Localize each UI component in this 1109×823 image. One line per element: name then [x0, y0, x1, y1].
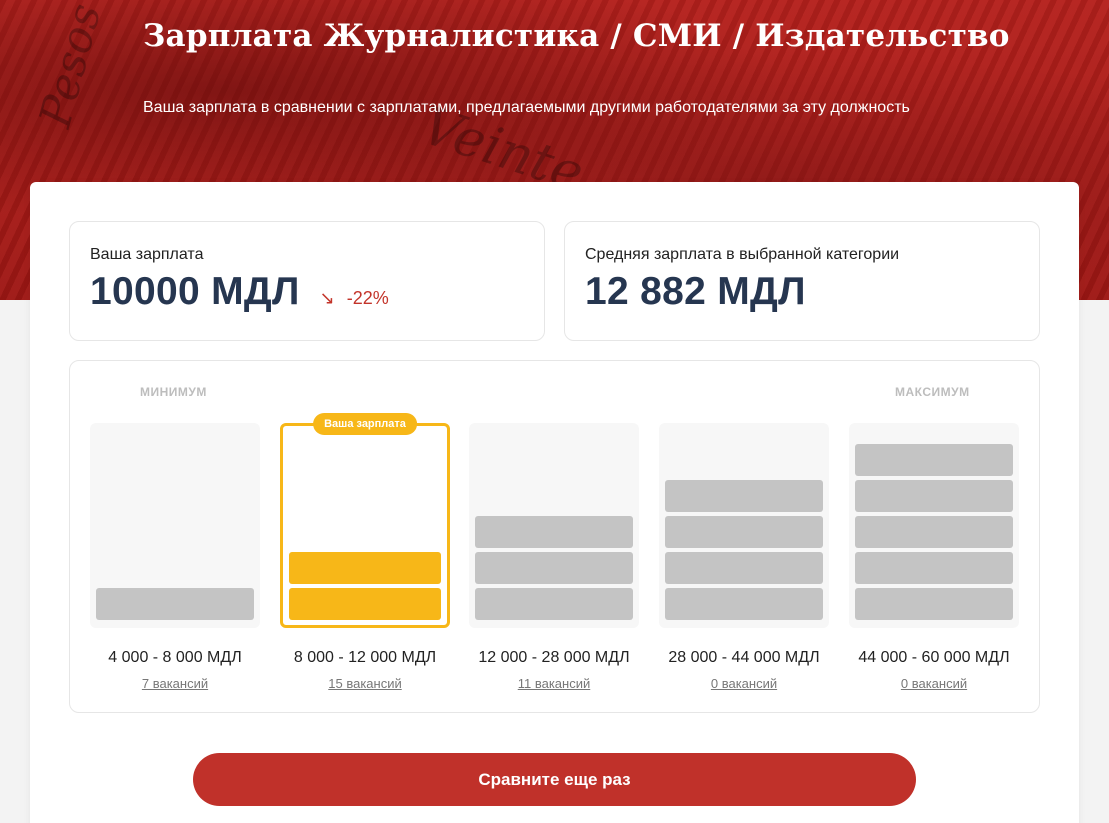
salary-bin: Ваша зарплата 8 000 - 12 000 МДЛ 15 ваканс… [280, 413, 450, 691]
bar-segment [855, 588, 1013, 620]
bin-range-label: 8 000 - 12 000 МДЛ [293, 649, 437, 666]
selected-bin-bar: Ваша зарплата [280, 413, 450, 628]
salary-bin: 28 000 - 44 000 МДЛ 0 вакансий [659, 423, 829, 691]
salary-bin: 4 000 - 8 000 МДЛ 7 вакансий [90, 423, 260, 691]
bin-bar [659, 423, 829, 628]
your-salary-label: Ваша зарплата [90, 246, 204, 263]
bar-segment [855, 480, 1013, 512]
your-salary-value: 10000 МДЛ [90, 270, 300, 313]
salary-delta: ↘ -22% [320, 288, 389, 309]
bin-bar [469, 423, 639, 628]
bar-segment [665, 588, 823, 620]
average-salary-panel: Средняя зарплата в выбранной категории 1… [564, 221, 1040, 341]
bar-segment [665, 552, 823, 584]
trend-down-icon: ↘ [319, 288, 335, 308]
bin-range-label: 12 000 - 28 000 МДЛ [478, 649, 630, 666]
salary-delta-value: -22% [346, 288, 389, 308]
page-subtitle: Ваша зарплата в сравнении с зарплатами, … [143, 99, 910, 116]
bar-segment [855, 552, 1013, 584]
salary-comparison-card: Ваша зарплата 10000 МДЛ ↘ -22% Средняя з… [30, 182, 1079, 823]
bin-bar [849, 423, 1019, 628]
compare-again-button[interactable]: Сравните еще раз [193, 753, 916, 806]
bin-range-label: 44 000 - 60 000 МДЛ [858, 649, 1010, 666]
bar-segment [665, 480, 823, 512]
bin-range-label: 4 000 - 8 000 МДЛ [108, 649, 242, 666]
average-salary-value: 12 882 МДЛ [585, 270, 806, 313]
salary-bin: 12 000 - 28 000 МДЛ 11 вакансий [469, 423, 639, 691]
page-title: Зарплата Журналистика / СМИ / Издательст… [143, 18, 1010, 54]
salary-bin: 44 000 - 60 000 МДЛ 0 вакансий [849, 423, 1019, 691]
bar-segment [475, 552, 633, 584]
bar-segment [289, 552, 441, 584]
average-salary-label: Средняя зарплата в выбранной категории [585, 246, 900, 263]
vacancies-link[interactable]: 11 вакансий [469, 676, 639, 691]
your-salary-badge: Ваша зарплата [313, 413, 417, 435]
vacancies-link[interactable]: 0 вакансий [659, 676, 829, 691]
bar-segment [665, 516, 823, 548]
bar-segment [475, 588, 633, 620]
bar-segment [475, 516, 633, 548]
bin-range-label: 28 000 - 44 000 МДЛ [668, 649, 820, 666]
maximum-label: МАКСИМУМ [895, 385, 970, 399]
bar-segment [855, 444, 1013, 476]
bar-segment [855, 516, 1013, 548]
vacancies-link[interactable]: 0 вакансий [849, 676, 1019, 691]
salary-distribution: МИНИМУМ МАКСИМУМ 4 000 - 8 000 МДЛ 7 вака… [69, 360, 1040, 713]
vacancies-link[interactable]: 15 вакансий [280, 676, 450, 691]
bar-segment [289, 588, 441, 620]
banknote-texture: Pesos [29, 0, 112, 133]
your-salary-panel: Ваша зарплата 10000 МДЛ ↘ -22% [69, 221, 545, 341]
bar-segment [96, 588, 254, 620]
minimum-label: МИНИМУМ [140, 385, 207, 399]
bin-bar [90, 423, 260, 628]
vacancies-link[interactable]: 7 вакансий [90, 676, 260, 691]
